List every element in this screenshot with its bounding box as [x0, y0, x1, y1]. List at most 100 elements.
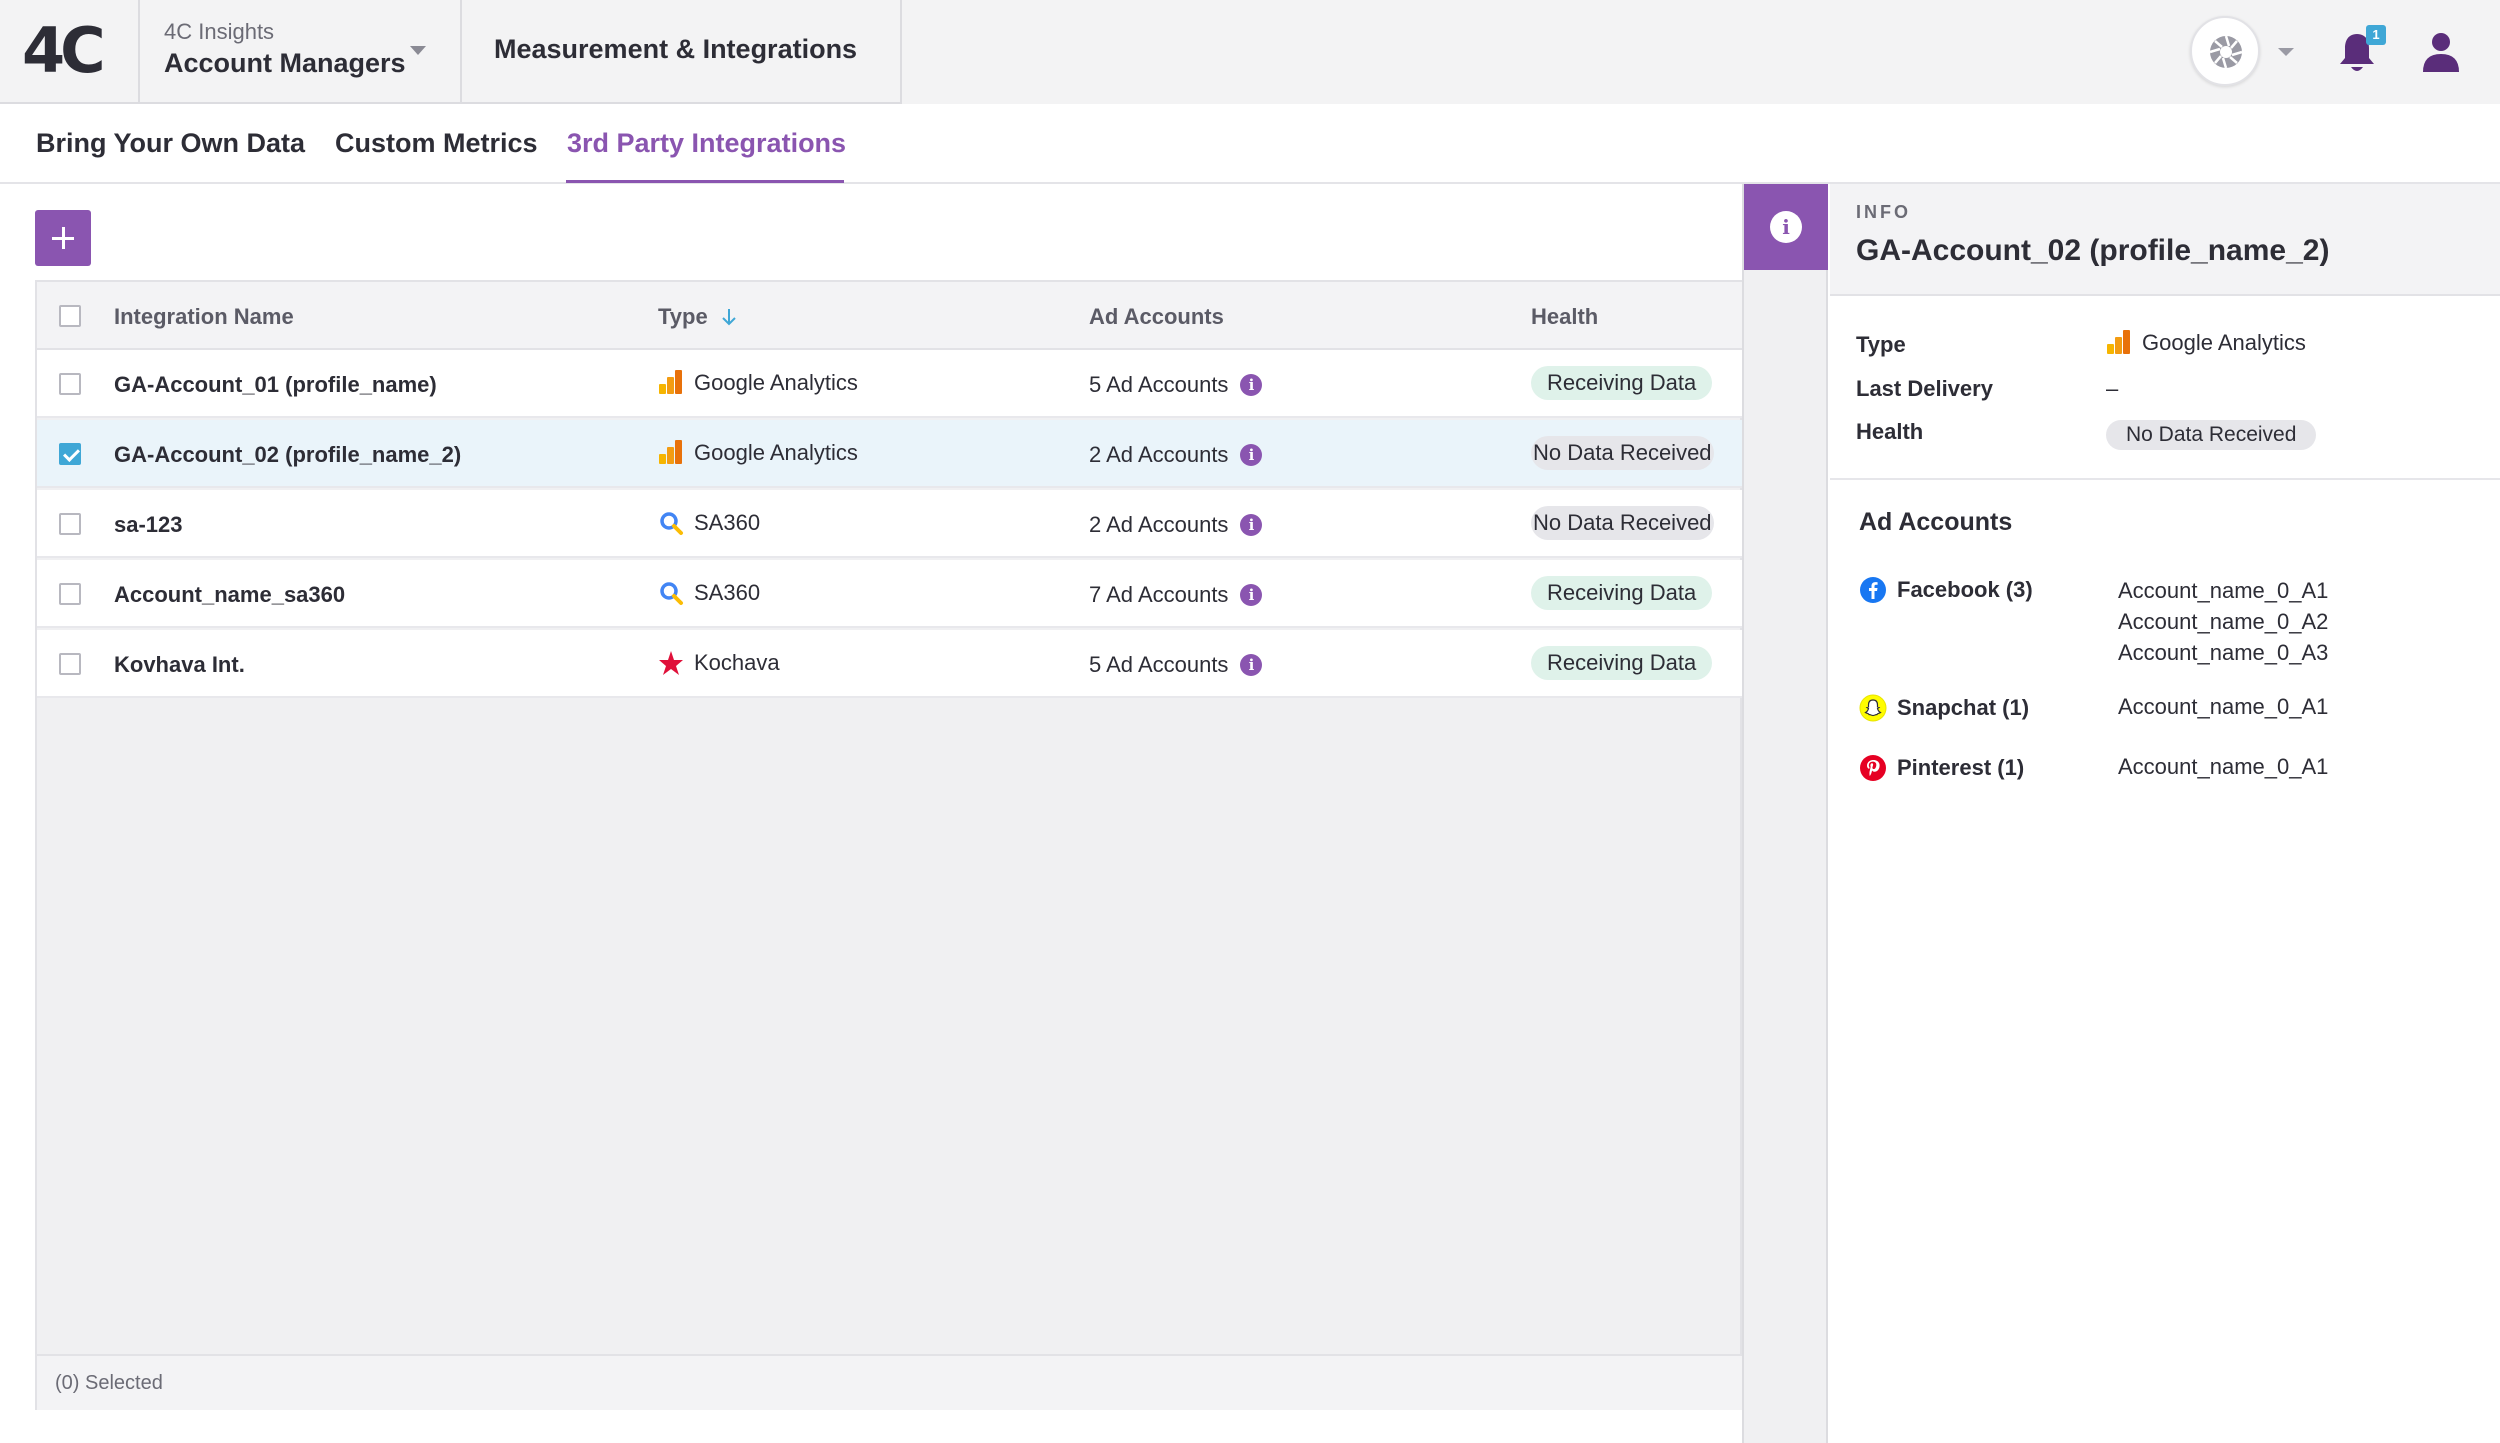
integration-name: GA-Account_01 (profile_name)	[114, 372, 437, 397]
google-analytics-icon	[2106, 330, 2132, 356]
product-switcher-button[interactable]	[2190, 16, 2260, 86]
ad-accounts-count: 2 Ad Accounts i	[1089, 442, 1263, 468]
user-icon[interactable]	[2420, 30, 2462, 74]
info-icon[interactable]: i	[1240, 654, 1263, 676]
ad-accounts-count: 5 Ad Accounts i	[1089, 652, 1263, 678]
header-divider	[900, 0, 902, 104]
info-rail	[1742, 184, 1828, 1443]
integration-type: Google Analytics	[658, 370, 858, 396]
tab-bring-your-own-data[interactable]: Bring Your Own Data	[36, 128, 305, 159]
active-tab-indicator	[566, 180, 844, 183]
table-header: Integration Name Type Ad Accounts Health	[37, 282, 1742, 350]
network-facebook: Facebook (3)	[1859, 576, 2033, 604]
ad-account-item: Account_name_0_A1	[2118, 578, 2329, 603]
health-badge: No Data Received	[2106, 420, 2317, 450]
integration-type-label: SA360	[694, 580, 761, 605]
integration-type-label: Google Analytics	[694, 440, 858, 465]
sa360-search-icon	[660, 582, 683, 605]
select-all-checkbox[interactable]	[59, 305, 81, 327]
info-icon[interactable]: i	[1240, 444, 1263, 466]
tab-custom-metrics[interactable]: Custom Metrics	[335, 128, 538, 159]
ad-account-item: Account_name_0_A1	[2118, 754, 2329, 779]
integration-name: Account_name_sa360	[114, 582, 346, 607]
selected-count: (0) Selected	[55, 1372, 163, 1394]
column-header-ad-accounts[interactable]: Ad Accounts	[1089, 304, 1224, 330]
integration-name: Kovhava Int.	[114, 652, 245, 677]
aperture-icon	[2209, 35, 2243, 69]
account-label: Account Managers	[164, 48, 406, 78]
ad-accounts-label: 7 Ad Accounts	[1089, 582, 1229, 607]
org-label: 4C Insights	[164, 19, 275, 44]
health-badge: Receiving Data	[1531, 646, 1713, 680]
column-header-health[interactable]: Health	[1531, 304, 1598, 330]
table-row[interactable]: Account_name_sa360 SA360 7 Ad Accounts i…	[37, 560, 1742, 628]
ad-accounts-count: 2 Ad Accounts i	[1089, 512, 1263, 538]
health-label: Health	[1856, 419, 1924, 444]
account-switcher[interactable]: 4C Insights Account Managers	[164, 18, 434, 88]
row-checkbox[interactable]	[59, 653, 81, 675]
column-header-type-label: Type	[658, 304, 708, 329]
notification-badge: 1	[2366, 25, 2386, 45]
integration-type: SA360	[658, 510, 760, 536]
health-badge: Receiving Data	[1531, 366, 1713, 400]
info-toggle-button[interactable]: i	[1744, 184, 1828, 270]
health-badge: No Data Received	[1531, 506, 1714, 540]
tab-3rd-party-integrations[interactable]: 3rd Party Integrations	[567, 128, 846, 159]
info-kicker: INFO	[1856, 202, 1911, 222]
ad-account-item: Account_name_0_A3	[2118, 640, 2329, 665]
info-panel: INFO GA-Account_02 (profile_name_2) Type…	[1830, 184, 2500, 1443]
add-integration-button[interactable]	[35, 210, 91, 266]
section-title: Measurement & Integrations	[494, 34, 858, 64]
info-icon[interactable]: i	[1240, 374, 1263, 396]
header-divider	[460, 0, 462, 104]
row-checkbox[interactable]	[59, 443, 81, 465]
integration-type-label: Google Analytics	[694, 370, 858, 395]
network-snapchat: Snapchat (1)	[1859, 694, 2029, 722]
last-delivery-value: –	[2106, 376, 2119, 401]
table-row[interactable]: GA-Account_02 (profile_name_2) Google An…	[37, 420, 1742, 488]
pinterest-icon	[1860, 755, 1886, 781]
header-divider	[138, 0, 140, 104]
integration-type-label: Kochava	[694, 650, 780, 675]
table-row[interactable]: Kovhava Int. Kochava 5 Ad Accounts i Rec…	[37, 630, 1742, 698]
table-row[interactable]: sa-123 SA360 2 Ad Accounts i No Data Rec…	[37, 490, 1742, 558]
google-analytics-icon	[658, 440, 684, 466]
ad-accounts-label: 5 Ad Accounts	[1089, 372, 1229, 397]
ad-accounts-count: 7 Ad Accounts i	[1089, 582, 1263, 608]
info-title: GA-Account_02 (profile_name_2)	[1856, 234, 2330, 267]
row-checkbox[interactable]	[59, 513, 81, 535]
kochava-star-icon	[659, 651, 683, 675]
ad-accounts-heading: Ad Accounts	[1859, 508, 2013, 536]
network-name: Facebook (3)	[1897, 577, 2033, 602]
type-label: Type	[1856, 332, 1906, 357]
row-checkbox[interactable]	[59, 373, 81, 395]
row-checkbox[interactable]	[59, 583, 81, 605]
table-row[interactable]: GA-Account_01 (profile_name) Google Anal…	[37, 350, 1742, 418]
column-header-name[interactable]: Integration Name	[114, 304, 294, 330]
info-icon[interactable]: i	[1240, 514, 1263, 536]
top-header: 4C 4C Insights Account Managers Measurem…	[0, 0, 2500, 104]
health-badge: Receiving Data	[1531, 576, 1713, 610]
network-pinterest: Pinterest (1)	[1859, 754, 2024, 782]
integration-name: sa-123	[114, 512, 183, 537]
chevron-down-icon[interactable]	[2278, 48, 2294, 56]
integration-type: SA360	[658, 580, 760, 606]
network-name: Snapchat (1)	[1897, 695, 2030, 720]
info-icon: i	[1770, 211, 1802, 243]
last-delivery-label: Last Delivery	[1856, 376, 1993, 401]
info-icon[interactable]: i	[1240, 584, 1263, 606]
chevron-down-icon	[410, 46, 426, 55]
network-name: Pinterest (1)	[1897, 755, 2025, 780]
integrations-table: Integration Name Type Ad Accounts Health…	[35, 280, 1742, 1410]
4c-logo[interactable]: 4C	[22, 20, 114, 82]
facebook-icon	[1860, 577, 1886, 603]
column-header-type[interactable]: Type	[658, 304, 740, 330]
info-panel-header: INFO GA-Account_02 (profile_name_2)	[1830, 184, 2500, 296]
ad-account-item: Account_name_0_A2	[2118, 609, 2329, 634]
google-analytics-icon	[658, 370, 684, 396]
ad-accounts-count: 5 Ad Accounts i	[1089, 372, 1263, 398]
integration-type: Google Analytics	[658, 440, 858, 466]
integration-type-label: SA360	[694, 510, 761, 535]
ad-accounts-label: 5 Ad Accounts	[1089, 652, 1229, 677]
snapchat-icon	[1859, 694, 1887, 722]
